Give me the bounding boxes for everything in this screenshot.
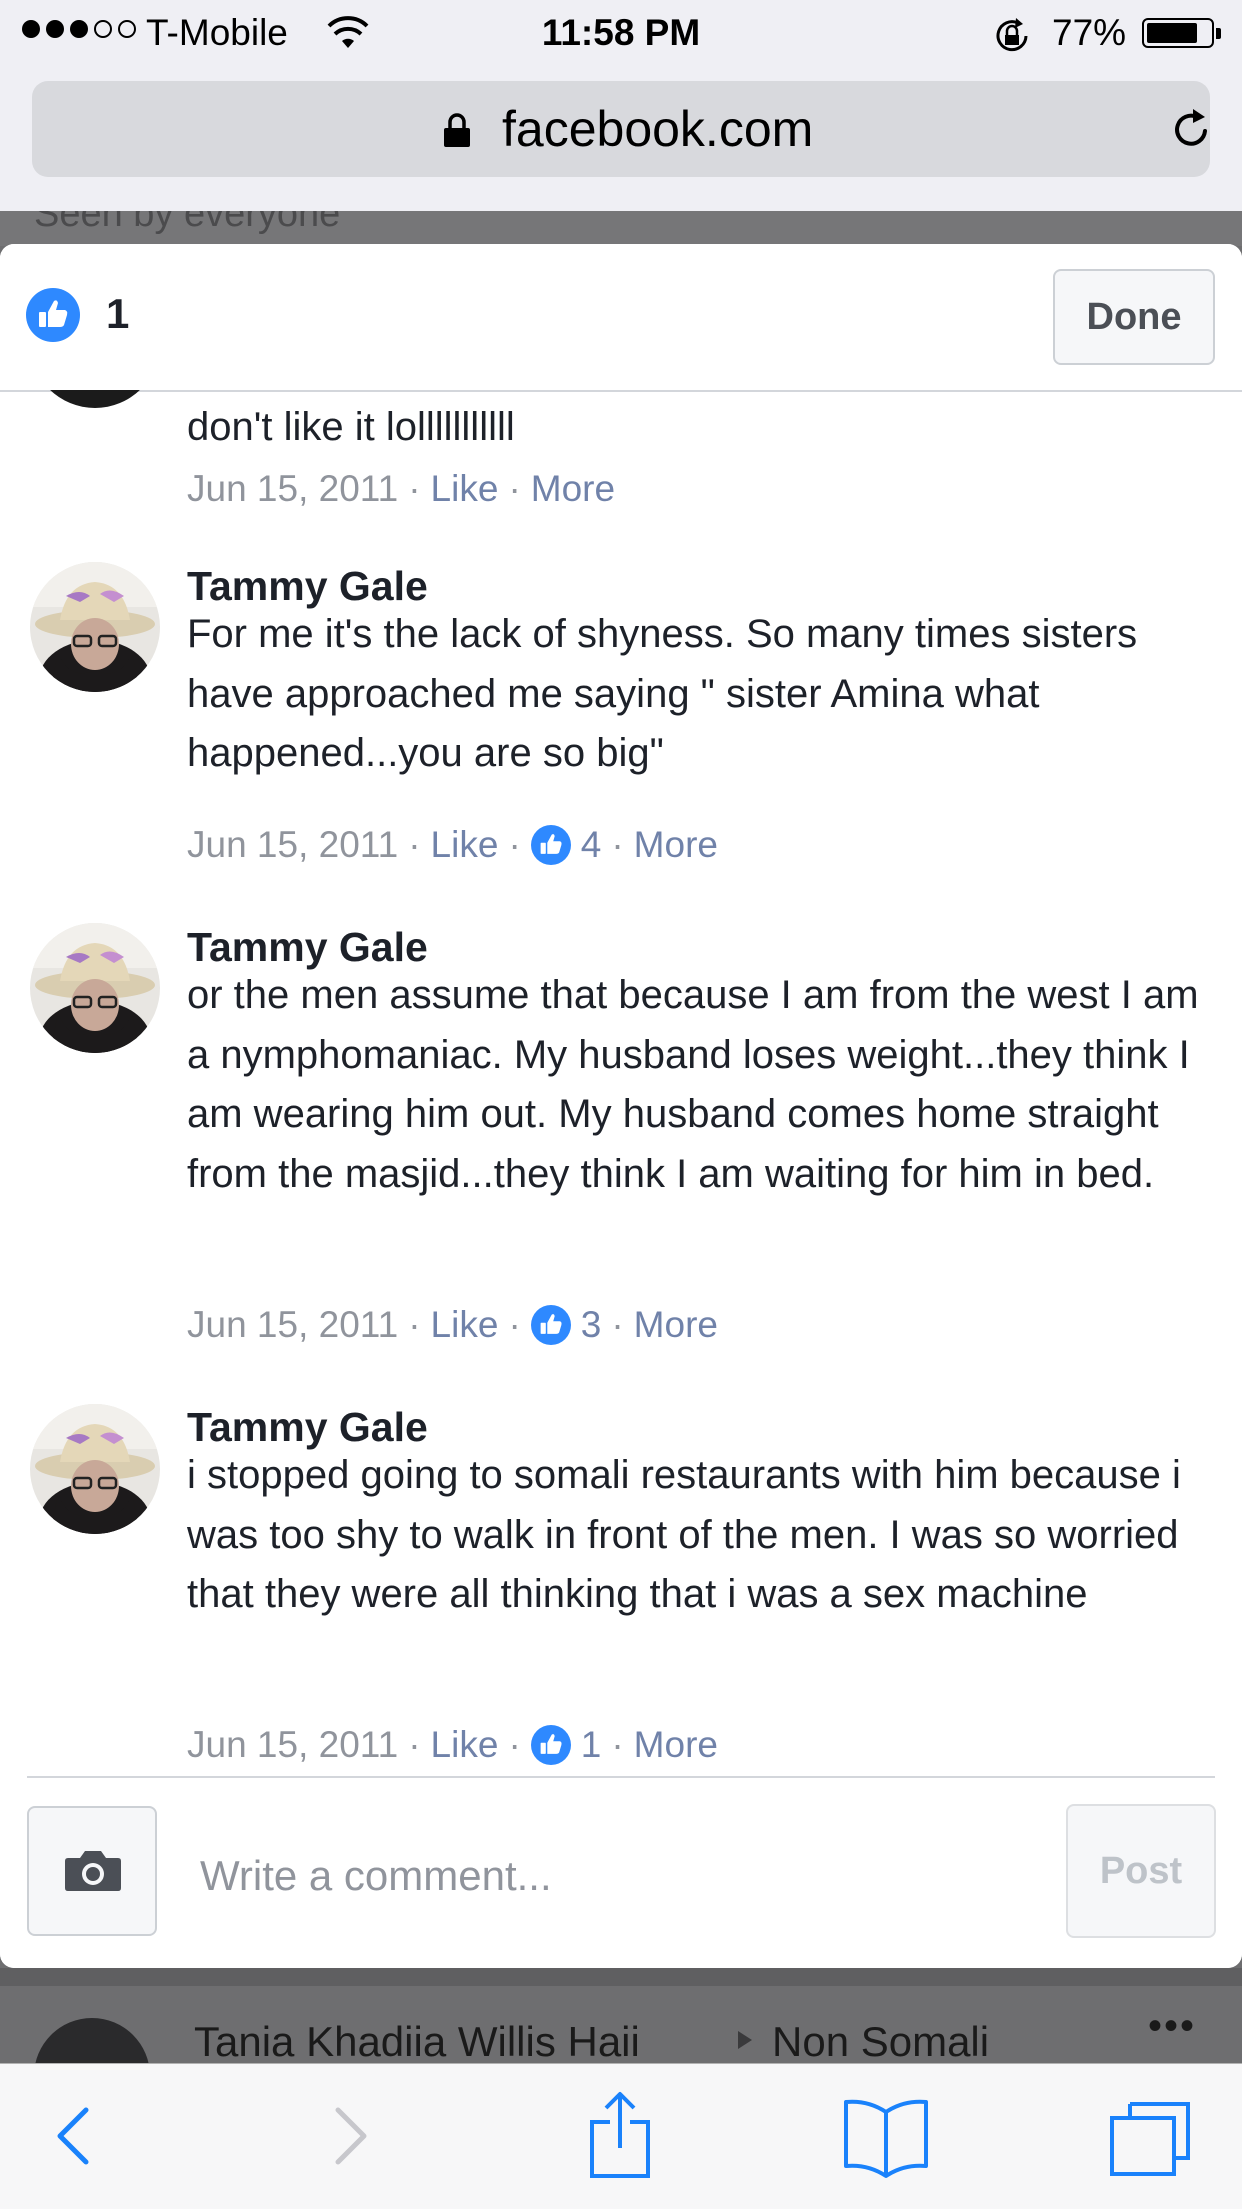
camera-button[interactable] bbox=[27, 1806, 157, 1936]
comment-date[interactable]: Jun 15, 2011 bbox=[187, 468, 398, 510]
tabs-icon[interactable] bbox=[1102, 2088, 1198, 2184]
comment-meta: Jun 15, 2011 · Like · 3 · More bbox=[187, 1304, 718, 1346]
forward-icon[interactable] bbox=[300, 2088, 396, 2184]
comment-meta: Jun 15, 2011 · Like · More bbox=[187, 468, 616, 510]
rotation-lock-icon bbox=[996, 18, 1028, 52]
back-icon[interactable] bbox=[24, 2088, 120, 2184]
like-reaction-icon[interactable] bbox=[26, 288, 80, 342]
browser-chrome: T-Mobile 11:58 PM 77% facebook.com bbox=[0, 0, 1242, 211]
likes-count[interactable]: 1 bbox=[106, 290, 129, 338]
audience-label: Seen by everyone bbox=[34, 211, 341, 235]
avatar bbox=[34, 2018, 150, 2063]
comment-composer: Post bbox=[0, 1776, 1242, 1968]
comment-text: don't like it lolllllllllll bbox=[187, 405, 515, 449]
address-bar[interactable]: facebook.com bbox=[32, 81, 1210, 177]
battery-icon bbox=[1142, 18, 1221, 48]
comment-input[interactable] bbox=[185, 1831, 1045, 1921]
comment-author[interactable]: Tammy Gale bbox=[187, 563, 428, 610]
more-options-icon: ••• bbox=[1148, 2004, 1197, 2048]
reaction-count[interactable]: 3 bbox=[581, 1304, 602, 1346]
lock-icon bbox=[444, 113, 470, 147]
comments-list: don't like it lolllllllllll Jun 15, 2011… bbox=[0, 390, 1242, 1776]
comment-author[interactable]: Tammy Gale bbox=[187, 1404, 428, 1451]
more-link[interactable]: More bbox=[634, 1724, 718, 1766]
divider bbox=[0, 1968, 1242, 1986]
reload-icon[interactable] bbox=[1167, 105, 1215, 153]
like-link[interactable]: Like bbox=[431, 824, 499, 866]
post-button[interactable]: Post bbox=[1066, 1804, 1216, 1938]
avatar[interactable] bbox=[30, 390, 160, 408]
comment-meta: Jun 15, 2011 · Like · 4 · More bbox=[187, 824, 718, 866]
modal-header: 1 Done bbox=[0, 244, 1242, 392]
arrow-right-icon bbox=[738, 2031, 752, 2049]
comment-text: i stopped going to somali restaurants wi… bbox=[187, 1453, 1181, 1616]
like-reaction-icon[interactable] bbox=[530, 825, 571, 865]
comment-text: or the men assume that because I am from… bbox=[187, 973, 1199, 1196]
like-link[interactable]: Like bbox=[431, 468, 499, 510]
background-post-peek: Tania Khadiia Willis Haii Non Somali ••• bbox=[0, 1968, 1242, 2063]
more-link[interactable]: More bbox=[634, 1304, 718, 1346]
comment-author[interactable]: Tammy Gale bbox=[187, 924, 428, 971]
like-reaction-icon[interactable] bbox=[530, 1725, 571, 1765]
divider bbox=[27, 1776, 1215, 1778]
url-text: facebook.com bbox=[502, 101, 814, 157]
reaction-count[interactable]: 4 bbox=[581, 824, 602, 866]
like-reaction-icon[interactable] bbox=[530, 1305, 571, 1345]
post-group: Non Somali bbox=[772, 2018, 990, 2063]
status-bar: T-Mobile 11:58 PM 77% bbox=[0, 0, 1242, 66]
done-button[interactable]: Done bbox=[1053, 269, 1215, 365]
reaction-count[interactable]: 1 bbox=[581, 1724, 602, 1766]
comment-text: For me it's the lack of shyness. So many… bbox=[187, 612, 1138, 775]
like-link[interactable]: Like bbox=[431, 1724, 499, 1766]
avatar[interactable] bbox=[30, 562, 160, 692]
comments-modal: 1 Done don't like it lolllllllllll Jun 1… bbox=[0, 244, 1242, 1968]
more-link[interactable]: More bbox=[531, 468, 615, 510]
avatar[interactable] bbox=[30, 923, 160, 1053]
comment-meta: Jun 15, 2011 · Like · 1 · More bbox=[187, 1724, 718, 1766]
avatar[interactable] bbox=[30, 1404, 160, 1534]
more-link[interactable]: More bbox=[634, 824, 718, 866]
background-page-peek: Seen by everyone bbox=[0, 211, 1242, 246]
comment-date[interactable]: Jun 15, 2011 bbox=[187, 824, 398, 866]
bookmarks-icon[interactable] bbox=[838, 2088, 934, 2184]
comment-date[interactable]: Jun 15, 2011 bbox=[187, 1724, 398, 1766]
comment-date[interactable]: Jun 15, 2011 bbox=[187, 1304, 398, 1346]
battery-percentage: 77% bbox=[1052, 12, 1127, 53]
post-author: Tania Khadiia Willis Haii bbox=[194, 2018, 640, 2063]
safari-toolbar bbox=[0, 2063, 1242, 2209]
share-icon[interactable] bbox=[572, 2088, 668, 2184]
camera-icon bbox=[65, 1851, 121, 1891]
like-link[interactable]: Like bbox=[431, 1304, 499, 1346]
